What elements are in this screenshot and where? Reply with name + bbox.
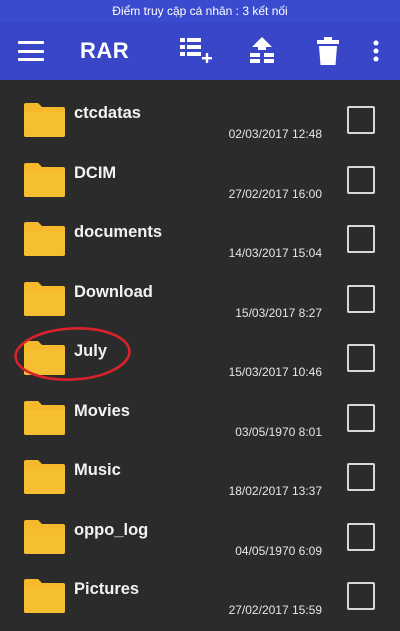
select-checkbox[interactable] <box>347 522 375 551</box>
toolbar-actions <box>150 31 386 71</box>
folder-icon <box>24 341 65 375</box>
file-row[interactable]: ctcdatas 02/03/2017 12:48 <box>0 90 400 150</box>
file-date: 27/02/2017 15:59 <box>228 603 322 617</box>
file-date: 27/02/2017 16:00 <box>228 186 322 201</box>
menu-icon[interactable] <box>18 41 44 61</box>
file-row[interactable]: DCIM 27/02/2017 16:00 <box>0 150 400 210</box>
file-name: Music <box>74 461 121 479</box>
file-name: ctcdatas <box>74 104 141 122</box>
file-name: DCIM <box>74 163 117 182</box>
status-bar: Điểm truy cập cá nhân : 3 kết nối <box>0 0 400 22</box>
select-checkbox[interactable] <box>347 165 375 194</box>
file-name: July <box>74 342 108 360</box>
file-row[interactable]: Pictures 27/02/2017 15:59 <box>0 566 400 626</box>
folder-icon <box>24 103 65 137</box>
toolbar: RAR <box>0 22 400 80</box>
file-row[interactable]: Music 18/02/2017 13:37 <box>0 447 400 507</box>
file-list: ctcdatas 02/03/2017 12:48 DCIM 27/02/201… <box>0 80 400 626</box>
file-name: documents <box>74 223 163 241</box>
file-date: 04/05/1970 6:09 <box>235 543 322 558</box>
select-checkbox[interactable] <box>347 106 375 134</box>
folder-icon <box>24 579 65 613</box>
file-date: 03/05/1970 8:01 <box>235 424 322 439</box>
add-archive-icon[interactable] <box>176 31 216 71</box>
file-date: 15/03/2017 8:27 <box>235 305 322 320</box>
file-date: 18/02/2017 13:37 <box>228 484 322 498</box>
select-checkbox[interactable] <box>347 225 375 253</box>
select-checkbox[interactable] <box>347 344 375 372</box>
folder-icon <box>24 460 65 494</box>
file-row[interactable]: oppo_log 04/05/1970 6:09 <box>0 507 400 567</box>
folder-icon <box>24 162 65 197</box>
file-date: 14/03/2017 15:04 <box>228 246 322 260</box>
file-row[interactable]: Download 15/03/2017 8:27 <box>0 269 400 329</box>
folder-icon <box>24 281 65 316</box>
folder-icon <box>24 519 65 554</box>
status-text: Điểm truy cập cá nhân : 3 kết nối <box>112 4 288 18</box>
file-row[interactable]: documents 14/03/2017 15:04 <box>0 209 400 269</box>
more-vert-icon[interactable] <box>366 31 386 71</box>
file-row[interactable]: July 15/03/2017 10:46 <box>0 328 400 388</box>
file-name: Pictures <box>74 580 140 598</box>
select-checkbox[interactable] <box>347 582 375 610</box>
folder-icon <box>24 222 65 256</box>
file-name: Movies <box>74 401 130 420</box>
select-checkbox[interactable] <box>347 463 375 491</box>
file-name: oppo_log <box>74 520 149 539</box>
file-date: 02/03/2017 12:48 <box>228 127 322 141</box>
select-checkbox[interactable] <box>347 403 375 432</box>
trash-icon[interactable] <box>308 31 348 71</box>
file-row[interactable]: Movies 03/05/1970 8:01 <box>0 388 400 448</box>
folder-icon <box>24 400 65 435</box>
extract-up-icon[interactable] <box>242 31 282 71</box>
select-checkbox[interactable] <box>347 284 375 313</box>
file-name: Download <box>74 282 153 301</box>
file-date: 15/03/2017 10:46 <box>228 365 322 379</box>
app-title: RAR <box>80 38 130 63</box>
